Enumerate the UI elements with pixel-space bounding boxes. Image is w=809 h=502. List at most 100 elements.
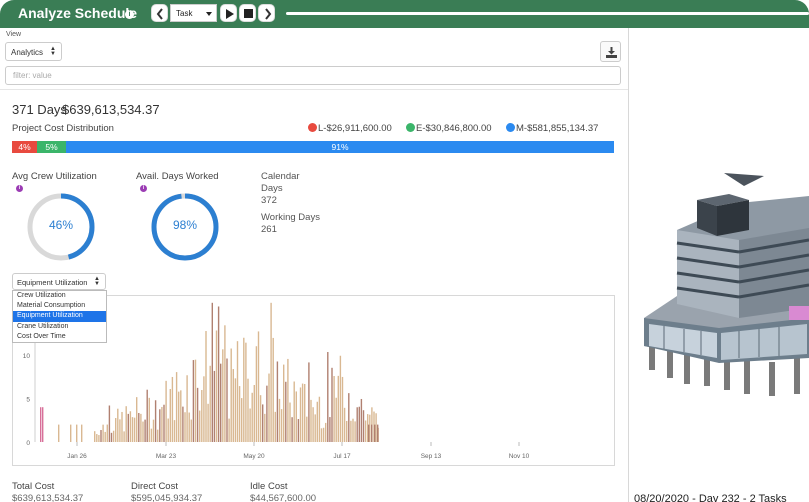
- chart-type-option[interactable]: Crew Utilization: [13, 291, 106, 301]
- chart-type-dropdown: Crew Utilization Material Consumption Equi…: [12, 290, 107, 343]
- chart-bar: [312, 407, 314, 442]
- play-icon: [226, 9, 234, 19]
- chart-bar: [133, 417, 136, 442]
- chart-bar: [127, 413, 129, 442]
- chart-bar: [283, 364, 285, 442]
- chart-bar: [207, 403, 209, 442]
- download-button[interactable]: [600, 41, 621, 62]
- chart-bar: [371, 424, 373, 442]
- chart-bar: [247, 378, 249, 442]
- direct-cost-label: Direct Cost: [131, 481, 178, 492]
- chart-bar: [157, 429, 159, 442]
- chart-bar: [100, 429, 102, 442]
- chart-bar: [199, 410, 201, 442]
- chart-bar: [352, 418, 354, 442]
- chart-type-option[interactable]: Cost Over Time: [13, 332, 106, 342]
- chart-bar: [58, 424, 60, 442]
- total-days: 371 Days: [12, 102, 67, 117]
- y-tick-label: 10: [23, 353, 31, 360]
- model-viewport[interactable]: 08/20/2020 - Day 232 - 2 Tasks: [629, 28, 809, 502]
- chart-bar: [259, 395, 262, 442]
- legend-material: M-$581,855,134.37: [506, 123, 598, 134]
- chart-bar: [115, 418, 117, 442]
- task-select[interactable]: Task: [170, 4, 217, 22]
- chart-bar: [293, 381, 295, 442]
- chart-bar: [374, 424, 376, 442]
- previous-button[interactable]: [151, 4, 168, 22]
- chart-bar: [171, 376, 174, 442]
- stop-button[interactable]: [239, 4, 256, 22]
- chart-bar: [238, 386, 241, 442]
- chart-bar: [215, 330, 218, 442]
- info-icon[interactable]: i: [125, 10, 134, 19]
- chart-bar: [295, 391, 297, 442]
- chart-bar: [196, 387, 199, 442]
- filter-input[interactable]: [5, 66, 621, 85]
- timeline-track[interactable]: [286, 12, 809, 15]
- chart-bar: [377, 424, 379, 442]
- chart-bar: [146, 389, 148, 442]
- chart-bar: [304, 383, 306, 442]
- chart-bar: [362, 410, 365, 442]
- chart-bar: [226, 358, 228, 442]
- chart-bar: [253, 384, 255, 442]
- days-worked-value: 98%: [172, 218, 198, 232]
- calendar-days-label-2: Days: [261, 183, 283, 194]
- chart-bar: [144, 419, 146, 442]
- distribution-label: Project Cost Distribution: [12, 123, 114, 134]
- chart-type-option[interactable]: Equipment Utilization: [13, 311, 106, 322]
- chart-bar: [76, 424, 78, 442]
- chart-bar: [316, 401, 318, 442]
- play-button[interactable]: [220, 4, 237, 22]
- chart-bar: [356, 407, 358, 442]
- distribution-segment: 5%: [37, 141, 66, 153]
- legend-label: L-$26,911,600.00: [318, 123, 392, 134]
- viewport-status: 08/20/2020 - Day 232 - 2 Tasks: [634, 493, 787, 502]
- chart-bar: [180, 390, 182, 442]
- chart-bar: [264, 413, 266, 442]
- chart-bar: [299, 387, 302, 442]
- info-icon[interactable]: i: [16, 185, 23, 192]
- caret-down-icon: [206, 12, 212, 16]
- view-select[interactable]: Analytics ▲ ▼: [5, 42, 62, 61]
- download-icon: [606, 47, 617, 58]
- chart-type-option[interactable]: Material Consumption: [13, 301, 106, 311]
- chart-type-select[interactable]: Equipment Utilization ▲ ▼: [12, 273, 106, 290]
- chart-bar: [154, 400, 157, 442]
- chart-bar: [94, 431, 96, 442]
- legend-labor: L-$26,911,600.00: [308, 123, 392, 134]
- select-caret-icon: ▲ ▼: [94, 276, 100, 287]
- header-bar: Analyze Schedule i Task: [0, 0, 809, 28]
- next-button[interactable]: [258, 4, 275, 22]
- chart-bar: [310, 399, 312, 442]
- working-days-label: Working Days: [261, 212, 320, 223]
- chart-bar: [125, 406, 127, 442]
- chart-bar: [192, 360, 195, 442]
- chart-bar: [243, 337, 245, 442]
- chart-bar: [287, 358, 289, 442]
- chart-bar: [152, 419, 155, 442]
- chart-type-option[interactable]: Crane Utilization: [13, 322, 106, 332]
- chart-bar: [234, 378, 237, 442]
- total-cost-label: Total Cost: [12, 481, 55, 492]
- chart-bar: [325, 422, 327, 442]
- info-icon[interactable]: i: [140, 185, 147, 192]
- chart-bar: [217, 306, 220, 442]
- crew-utilization-label: Avg Crew Utilization: [12, 171, 97, 182]
- chart-bar: [169, 389, 171, 442]
- chart-bar: [280, 409, 283, 442]
- chevron-left-icon: [156, 8, 163, 20]
- idle-cost-value: $44,567,600.00: [250, 493, 317, 502]
- chart-bar: [318, 396, 321, 442]
- chart-bar: [148, 397, 150, 442]
- view-label: View: [6, 31, 22, 38]
- chart-bar: [301, 383, 304, 442]
- chart-bar: [123, 431, 125, 442]
- crew-utilization-value: 46%: [48, 218, 74, 232]
- chart-bar: [350, 420, 352, 442]
- chart-bar: [274, 411, 276, 442]
- view-select-value: Analytics: [11, 48, 44, 57]
- chart-bar: [331, 367, 333, 442]
- chart-bar: [314, 414, 316, 442]
- chart-bar: [131, 417, 134, 442]
